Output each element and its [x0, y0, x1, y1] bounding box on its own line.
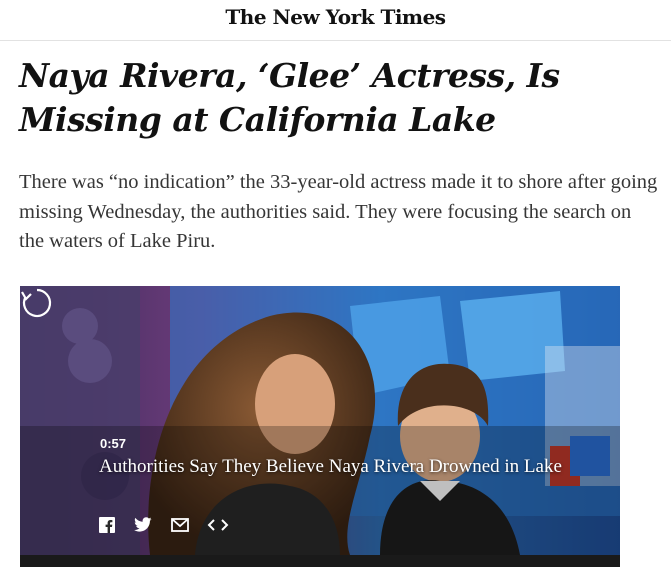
video-duration: 0:57	[100, 436, 127, 451]
nyt-logo[interactable]: The New York Times	[225, 5, 446, 29]
video-title[interactable]: Authorities Say They Believe Naya Rivera…	[99, 455, 589, 479]
video-overlay: 0:57 Authorities Say They Believe Naya R…	[20, 286, 620, 555]
article-headline: Naya Rivera, ‘Glee’ Actress, Is Missing …	[19, 56, 560, 139]
video-player[interactable]: 0:57 Authorities Say They Believe Naya R…	[20, 286, 620, 555]
twitter-icon[interactable]	[134, 517, 152, 535]
facebook-icon[interactable]	[99, 517, 115, 535]
embed-icon[interactable]	[207, 517, 229, 535]
video-bottom-strip	[20, 555, 620, 567]
masthead: The New York Times	[0, 0, 671, 41]
email-icon[interactable]	[171, 517, 189, 535]
article-summary: There was “no indication” the 33-year-ol…	[19, 171, 658, 252]
replay-icon[interactable]	[20, 286, 54, 320]
